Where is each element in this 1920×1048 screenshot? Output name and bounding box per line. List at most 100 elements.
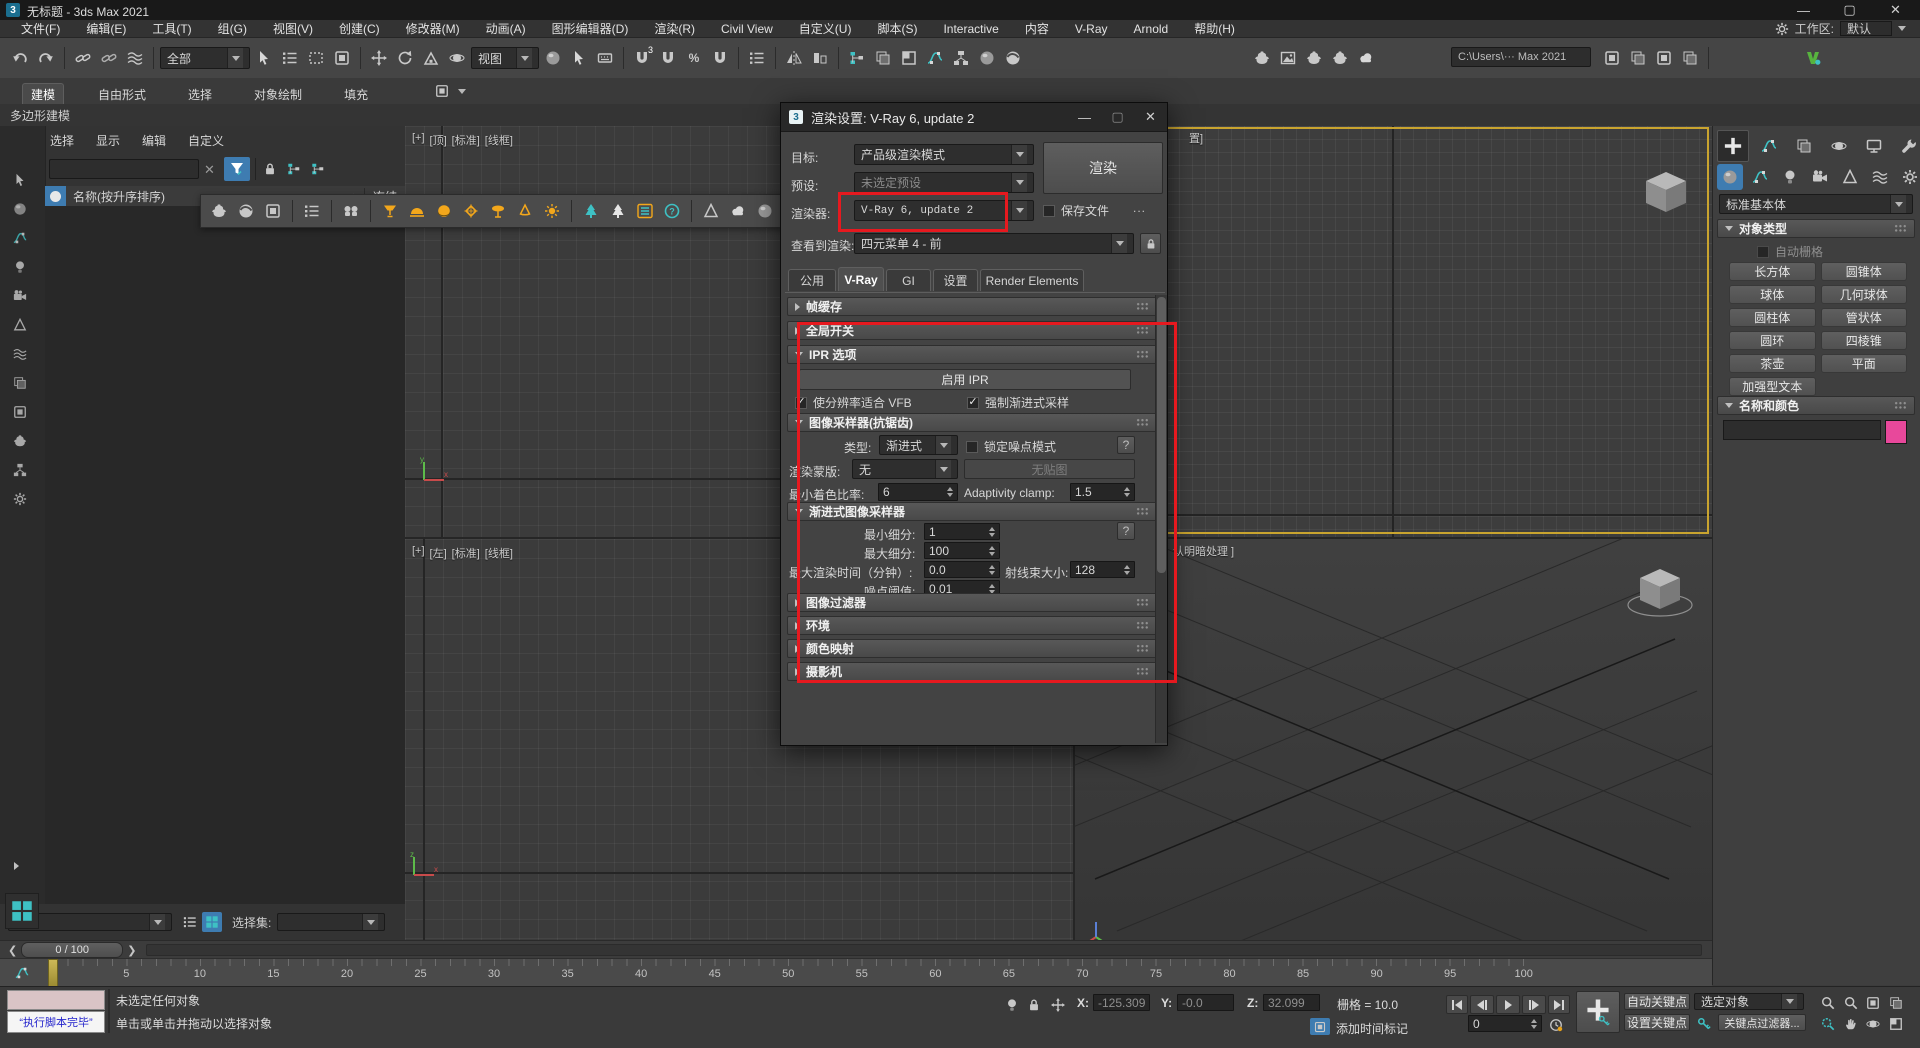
spinner-snap-icon[interactable] [708,45,732,71]
x-coordinate-field[interactable]: -125.309 [1093,994,1150,1011]
save-file-checkbox[interactable] [1043,205,1055,217]
save-file-browse-button[interactable]: ... [1133,201,1146,215]
undo-icon[interactable] [8,45,32,71]
vray-fur-icon[interactable] [699,198,723,224]
viewport-left-label[interactable]: [+][左][标准][线框] [412,545,513,561]
primitive-button[interactable]: 几何球体 [1821,285,1908,304]
material-editor-icon[interactable] [975,45,999,71]
ribbon-minimize-icon[interactable] [458,89,466,94]
select-and-scale-icon[interactable] [419,45,443,71]
menu-item[interactable]: V-Ray [1062,20,1121,37]
geometry-category-icon[interactable] [1717,164,1743,190]
selection-set-dropdown[interactable] [277,913,385,931]
redo-icon[interactable] [34,45,58,71]
selection-filter-dropdown[interactable]: 全部 [160,47,250,69]
zoom-all-icon[interactable] [1841,993,1861,1013]
ribbon-panel-title[interactable]: 多边形建模 [0,107,70,124]
maximize-button[interactable]: ▢ [1827,0,1872,20]
menu-item[interactable]: 编辑(E) [73,20,139,37]
display-geometry-icon[interactable] [45,186,66,206]
inherit-container-icon[interactable] [1678,45,1702,71]
key-mode-dropdown[interactable]: 选定对象 [1694,993,1804,1010]
bind-to-spacewarp-icon[interactable] [123,45,147,71]
display-containers-icon[interactable] [10,489,30,509]
menu-item[interactable]: 内容 [1012,20,1062,37]
reference-coordinate-dropdown[interactable]: 视图 [471,47,539,69]
workspace-selector[interactable]: 默认 [1840,21,1892,36]
frame-buffer-rollout[interactable]: 帧缓存 [787,297,1157,316]
ribbon-tab[interactable]: 自由形式 [90,84,154,104]
cameras-category-icon[interactable] [1807,164,1833,190]
maxscript-macro-line[interactable] [7,990,105,1010]
display-all-icon[interactable] [10,170,30,190]
explorer-menu-item[interactable]: 选择 [50,132,74,149]
select-and-rotate-icon[interactable] [393,45,417,71]
add-time-tag-label[interactable]: 添加时间标记 [1336,1020,1408,1037]
percent-snap-icon[interactable]: % [682,45,706,71]
systems-category-icon[interactable] [1897,164,1920,190]
display-lights-icon[interactable] [10,257,30,277]
vray-asset-browser-icon[interactable] [300,198,324,224]
object-name-field[interactable] [1723,420,1881,440]
menu-item[interactable]: 工具(T) [139,20,204,37]
preset-dropdown[interactable]: 未选定预设 [854,172,1034,193]
track-bar[interactable]: 0510152025303540455055606570758085909510… [0,958,1712,987]
rollout-grip-icon[interactable] [1136,326,1149,335]
collapse-hierarchy-icon[interactable] [308,159,328,179]
menu-item[interactable]: Civil View [708,20,786,37]
explorer-list-area[interactable] [45,206,405,904]
vray-help-icon[interactable] [660,198,684,224]
ribbon-tab[interactable]: 填充 [336,84,376,104]
rollout-grip-icon[interactable] [1136,507,1149,516]
explorer-menu-item[interactable]: 编辑 [142,132,166,149]
viewport-label-segment[interactable]: [+] [412,545,425,561]
vray-physical-camera-icon[interactable] [339,198,363,224]
render-last-icon[interactable] [207,198,231,224]
object-color-swatch[interactable] [1885,420,1907,444]
primitive-button[interactable]: 四棱锥 [1821,331,1908,350]
edit-named-selection-sets-icon[interactable] [745,45,769,71]
max-render-time-field[interactable]: 0.0 [924,561,1000,578]
menu-item[interactable]: 帮助(H) [1181,20,1248,37]
viewport-label-segment[interactable]: [线框] [485,132,513,148]
import-container-icon[interactable] [1600,45,1624,71]
time-tag-icon[interactable] [1310,1018,1330,1035]
slate-material-editor-icon[interactable] [1001,45,1025,71]
menu-item[interactable]: 文件(F) [8,20,73,37]
menu-item[interactable]: 组(G) [205,20,260,37]
previous-frame-button[interactable] [1470,995,1494,1014]
modify-tab-icon[interactable] [1754,131,1784,161]
selection-lock-icon[interactable] [1024,995,1044,1015]
menu-item[interactable]: 创建(C) [326,20,393,37]
clear-search-icon[interactable]: ✕ [204,162,215,178]
project-path-field[interactable] [1451,47,1591,67]
min-subdivs-field[interactable]: 1 [924,523,1000,540]
ribbon-tab[interactable]: 选择 [180,84,220,104]
previous-frame-arrow-icon[interactable]: ❮ [8,944,17,957]
menu-item[interactable]: 动画(A) [473,20,539,37]
explorer-menu-item[interactable]: 自定义 [188,132,224,149]
viewport-label-segment[interactable]: [标准] [452,545,480,561]
viewport-label-segment[interactable]: [顶] [430,132,447,148]
rollout-grip-icon[interactable] [1136,418,1149,427]
dialog-minimize-button[interactable]: — [1068,107,1101,127]
current-frame-marker[interactable] [48,959,58,987]
adaptivity-clamp-field[interactable]: 1.5 [1070,483,1135,501]
select-and-link-icon[interactable] [71,45,95,71]
vray-menu-icon[interactable] [1801,45,1825,71]
force-progressive-checkbox[interactable]: ✓ [967,397,979,409]
global-switches-rollout[interactable]: 全局开关 [787,321,1157,340]
filter-button[interactable] [224,157,250,181]
menu-item[interactable]: 视图(V) [260,20,326,37]
vray-scene-icon[interactable] [606,198,630,224]
rectangular-selection-region-icon[interactable] [304,45,328,71]
target-dropdown[interactable]: 产品级渲染模式 [854,144,1034,165]
keyboard-shortcut-override-icon[interactable] [593,45,617,71]
primitive-button[interactable]: 圆环 [1729,331,1816,350]
lights-category-icon[interactable] [1777,164,1803,190]
viewport-front[interactable] [1075,126,1712,537]
display-bones-icon[interactable] [10,460,30,480]
image-filter-rollout[interactable]: 图像过滤器 [787,593,1157,612]
primitive-button[interactable]: 平面 [1821,354,1908,373]
image-sampler-rollout[interactable]: 图像采样器(抗锯齿) [787,413,1157,432]
